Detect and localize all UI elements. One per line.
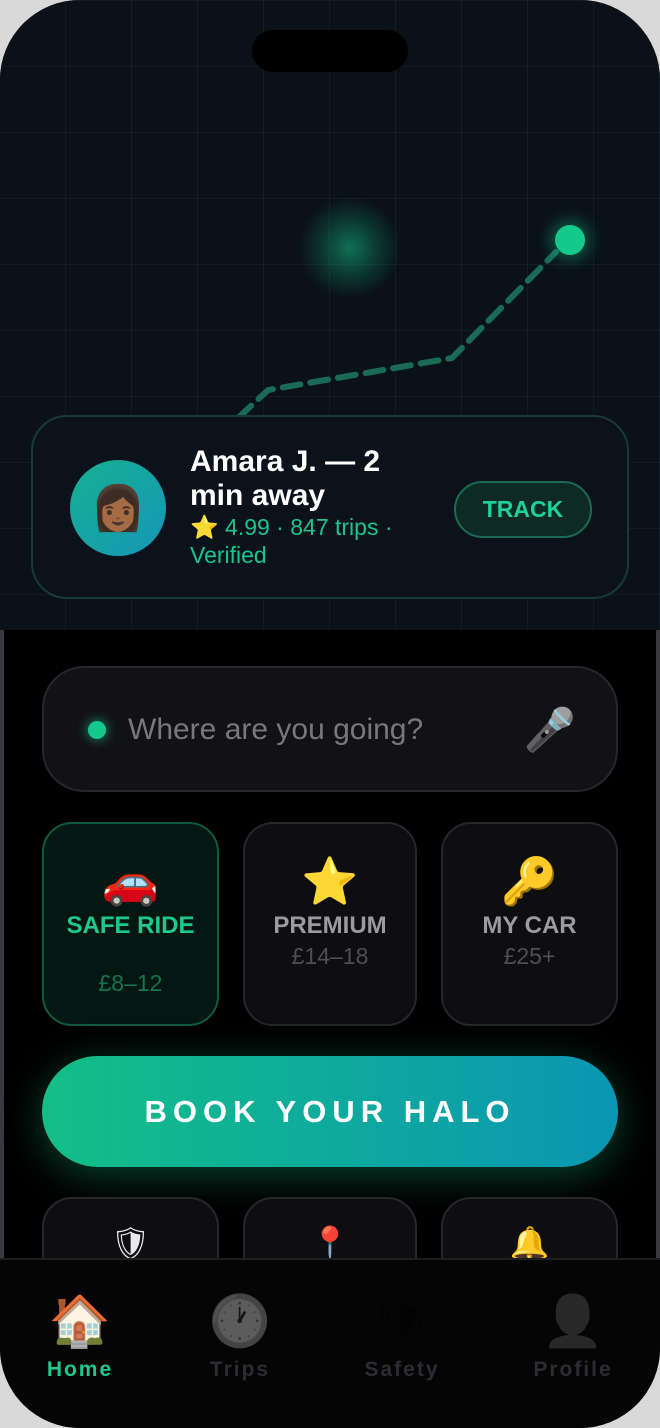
tab-home[interactable]: 🏠 Home — [10, 1290, 150, 1382]
tab-trips[interactable]: 🕐 Trips — [170, 1290, 310, 1382]
clock-icon: 🕐 — [208, 1293, 272, 1349]
car-icon: 🚗 — [101, 855, 160, 907]
map-view[interactable]: 👩🏾 Amara J. — 2 min away ⭐ 4.99 · 847 tr… — [0, 0, 660, 630]
bell-icon: 🔔 — [509, 1225, 550, 1261]
driver-avatar: 👩🏾 — [70, 460, 166, 556]
ride-option-premium[interactable]: ⭐ PREMIUM £14–18 — [243, 822, 417, 1026]
driver-rating-meta: ⭐ 4.99 · 847 trips · Verified — [190, 514, 393, 568]
ride-option-price: £14–18 — [291, 943, 369, 969]
tab-label: Profile — [533, 1358, 613, 1381]
pickup-glow — [300, 198, 400, 298]
current-location-dot-icon — [88, 721, 106, 739]
shield-icon: 🛡 — [110, 1225, 151, 1261]
tab-safety[interactable]: 🛡 Safety — [332, 1290, 472, 1382]
phone-frame: 👩🏾 Amara J. — 2 min away ⭐ 4.99 · 847 tr… — [0, 0, 660, 1428]
ride-option-title: PREMIUM — [273, 912, 387, 939]
book-button[interactable]: BOOK YOUR HALO — [42, 1056, 618, 1167]
tab-label: Trips — [209, 1358, 271, 1381]
ride-option-title: SAFE RIDE — [66, 912, 195, 939]
driver-name-eta: Amara J. — 2 min away — [190, 445, 381, 512]
tab-bar: 🏠 Home 🕐 Trips 🛡 Safety 👤 Profile — [0, 1258, 660, 1428]
driver-location-dot[interactable] — [555, 225, 585, 255]
driver-card[interactable]: 👩🏾 Amara J. — 2 min away ⭐ 4.99 · 847 tr… — [31, 415, 629, 599]
star-icon: ⭐ — [301, 855, 359, 907]
profile-icon: 👤 — [541, 1293, 605, 1349]
ride-option-my-car[interactable]: 🔑 MY CAR £25+ — [441, 822, 618, 1026]
shield-icon: 🛡 — [370, 1293, 434, 1349]
destination-search-input[interactable] — [128, 704, 488, 756]
location-pin-icon: 📍 — [310, 1225, 350, 1261]
ride-option-safe-ride[interactable]: 🚗 SAFE RIDE £8–12 — [42, 822, 219, 1026]
ride-option-title: MY CAR — [482, 912, 577, 939]
ride-option-price: £8–12 — [98, 970, 163, 996]
track-button[interactable]: TRACK — [454, 481, 592, 538]
tab-label: Safety — [364, 1358, 440, 1381]
tab-label: Home — [46, 1358, 114, 1381]
tab-profile[interactable]: 👤 Profile — [503, 1290, 643, 1382]
ride-option-price: £25+ — [503, 943, 556, 969]
destination-search-bar[interactable]: 🎤 — [42, 666, 618, 792]
microphone-icon[interactable]: 🎤 — [522, 702, 578, 758]
home-icon: 🏠 — [48, 1293, 112, 1349]
dynamic-island — [252, 30, 408, 72]
key-icon: 🔑 — [500, 855, 559, 907]
